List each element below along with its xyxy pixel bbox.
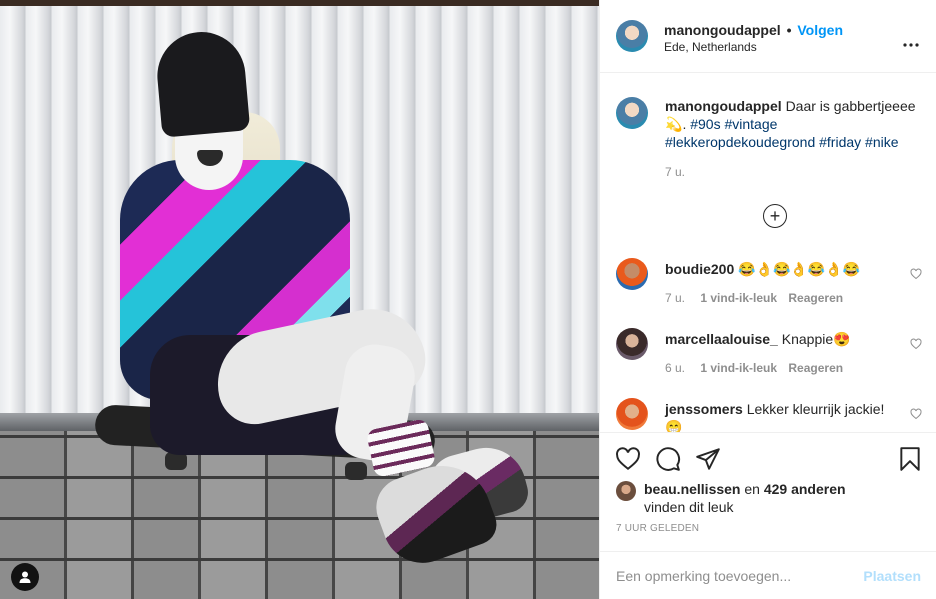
more-options-button[interactable] <box>903 34 919 50</box>
separator-dot: • <box>786 22 792 38</box>
post-side-panel: manongoudappel • Volgen Ede, Netherlands… <box>599 0 936 599</box>
comment-time[interactable]: 6 u. <box>665 361 685 375</box>
reply-button[interactable]: Reageren <box>788 291 843 305</box>
reply-button[interactable]: Reageren <box>788 361 843 375</box>
comment-likes[interactable]: 1 vind-ik-leuk <box>700 291 777 305</box>
load-more-comments-button[interactable]: + <box>763 204 787 228</box>
comment-meta: 6 u. 1 vind-ik-leuk Reageren <box>665 361 843 375</box>
like-comment-heart-icon[interactable] <box>910 338 922 350</box>
caption-avatar[interactable] <box>616 97 648 129</box>
heart-icon[interactable] <box>615 446 641 472</box>
hashtag-link[interactable]: #lekkeropdekoudegrond <box>665 134 815 150</box>
comment-username[interactable]: jenssomers <box>665 401 743 417</box>
caption-text-end: . <box>682 116 687 132</box>
comment-body: boudie200 😂👌😂👌😂👌😂 <box>665 260 900 278</box>
post-timestamp[interactable]: 7 UUR GELEDEN <box>616 523 699 534</box>
likes-summary: beau.nellissen en 429 anderen <box>644 480 846 498</box>
person-beanie <box>153 28 251 138</box>
comment-meta: 7 u. 1 vind-ik-leuk Reageren <box>665 291 843 305</box>
post-photo[interactable] <box>0 0 599 599</box>
share-icon[interactable] <box>695 446 721 472</box>
hashtag-link[interactable]: #friday <box>819 134 861 150</box>
plus-icon: + <box>769 206 781 226</box>
comment-username[interactable]: boudie200 <box>665 261 734 277</box>
caption-emoji: 💫 <box>665 116 683 132</box>
caption-username[interactable]: manongoudappel <box>665 98 782 114</box>
like-comment-heart-icon[interactable] <box>910 408 922 420</box>
photo-person <box>0 0 599 599</box>
caption-text: Daar is gabbertjeeee <box>785 98 916 114</box>
post-header: manongoudappel • Volgen Ede, Netherlands <box>600 0 936 73</box>
comment-username[interactable]: marcellaalouise_ <box>665 331 778 347</box>
hashtag-link[interactable]: #vintage <box>724 116 777 132</box>
caption: manongoudappel Daar is gabbertjeeee 💫. #9… <box>665 97 925 151</box>
comment-time[interactable]: 7 u. <box>665 291 685 305</box>
tagged-users-button[interactable] <box>11 563 39 591</box>
comment-text: Knappie😍 <box>781 331 851 347</box>
likes-connector: en <box>744 481 760 497</box>
bookmark-icon[interactable] <box>897 446 923 472</box>
user-icon <box>19 571 31 583</box>
hashtag-link[interactable]: #90s <box>690 116 720 132</box>
more-options-icon <box>903 43 919 47</box>
caption-time[interactable]: 7 u. <box>665 165 685 179</box>
comment-input[interactable]: Een opmerking toevoegen... <box>616 568 791 584</box>
likes-others-link[interactable]: 429 anderen <box>764 481 846 497</box>
author-username[interactable]: manongoudappel <box>664 22 781 38</box>
comment-text: 😂👌😂👌😂👌😂 <box>738 261 861 277</box>
like-comment-heart-icon[interactable] <box>910 268 922 280</box>
header-title-row: manongoudappel • Volgen <box>664 22 843 38</box>
avatar[interactable] <box>616 20 648 52</box>
commenter-avatar[interactable] <box>616 398 648 430</box>
hashtag-link[interactable]: #nike <box>865 134 898 150</box>
comments-list[interactable]: manongoudappel Daar is gabbertjeeee 💫. #9… <box>600 74 936 432</box>
comment-body: marcellaalouise_ Knappie😍 <box>665 330 900 348</box>
commenter-avatar[interactable] <box>616 328 648 360</box>
liker-avatar[interactable] <box>616 481 636 501</box>
comment-body: jenssomers Lekker kleurrijk jackie! 😁 <box>665 400 900 432</box>
likes-suffix: vinden dit leuk <box>644 499 734 515</box>
comment-icon[interactable] <box>655 446 681 472</box>
liker-username[interactable]: beau.nellissen <box>644 481 740 497</box>
post-comment-button[interactable]: Plaatsen <box>863 568 921 584</box>
add-comment-bar: Een opmerking toevoegen... Plaatsen <box>600 551 936 599</box>
follow-button[interactable]: Volgen <box>797 22 843 38</box>
comment-likes[interactable]: 1 vind-ik-leuk <box>700 361 777 375</box>
post-location[interactable]: Ede, Netherlands <box>664 40 757 54</box>
post-actions: beau.nellissen en 429 anderen vinden dit… <box>600 432 936 592</box>
commenter-avatar[interactable] <box>616 258 648 290</box>
